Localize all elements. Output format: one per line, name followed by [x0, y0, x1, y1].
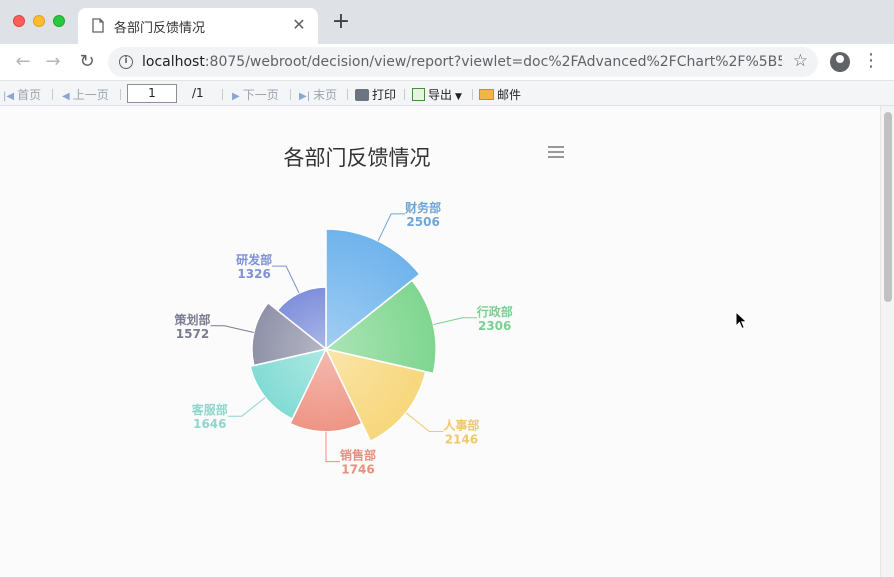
- toolbar-divider: [404, 89, 405, 100]
- chart-title: 各部门反馈情况: [284, 146, 431, 170]
- first-page-icon: |◀: [3, 91, 15, 102]
- leader-line: [325, 431, 340, 463]
- toolbar-divider: [120, 89, 121, 100]
- url-path: :8075/webroot/decision/view/report?viewl…: [204, 54, 782, 70]
- slice-category-label: 销售部: [340, 448, 376, 463]
- chart-slices: [249, 228, 437, 443]
- slice-category-label: 研发部: [236, 252, 272, 267]
- bookmark-star-icon[interactable]: ☆: [793, 51, 808, 71]
- slice-value-label: 1326: [237, 267, 270, 281]
- last-page-button[interactable]: ▶| 末页: [299, 86, 337, 103]
- scrollbar-thumb[interactable]: [884, 112, 892, 302]
- report-content: 各部门反馈情况 财务部 2506 行政部 2306 人事部 2146 销售部 1746 客服部 1…: [0, 106, 880, 577]
- leader-line: [227, 397, 266, 417]
- leader-line: [377, 213, 406, 242]
- rose-pie-chart: 各部门反馈情况 财务部2506行政部2306人事部2146销售部1746客服部1…: [174, 144, 568, 477]
- slice-category-label: 人事部: [443, 418, 479, 433]
- report-toolbar: |◀ 首页 ◀ 上一页 1 /1 ▶ 下一页 ▶| 末页 打印 导出 ▼ 邮件: [0, 80, 894, 106]
- prev-page-button[interactable]: ◀ 上一页: [62, 86, 109, 103]
- toolbar-divider: [52, 89, 53, 100]
- print-label: 打印: [372, 88, 397, 102]
- browser-tab[interactable]: 各部门反馈情况 ✕: [78, 8, 318, 44]
- address-bar[interactable]: i localhost:8075/webroot/decision/view/r…: [108, 47, 818, 77]
- browser-toolbar: ← → ↻ i localhost:8075/webroot/decision/…: [0, 44, 894, 80]
- chart-menu-icon[interactable]: [544, 144, 568, 162]
- chevron-down-icon: ▼: [455, 92, 462, 102]
- slice-category-label: 财务部: [404, 200, 441, 215]
- slice-category-label: 客服部: [191, 402, 228, 417]
- slice-value-label: 1572: [176, 327, 209, 341]
- close-window-button[interactable]: [13, 15, 25, 27]
- toolbar-divider: [472, 89, 473, 100]
- last-page-label: 末页: [313, 88, 338, 102]
- leader-line: [405, 412, 444, 432]
- document-icon: [92, 18, 104, 33]
- prev-page-label: 上一页: [72, 88, 109, 102]
- slice-value-label: 1746: [341, 463, 374, 477]
- page-number-input[interactable]: 1: [127, 84, 177, 103]
- first-page-button[interactable]: |◀ 首页: [3, 86, 41, 103]
- export-button[interactable]: 导出 ▼: [412, 86, 462, 103]
- export-label: 导出: [428, 88, 453, 102]
- printer-icon: [355, 89, 369, 101]
- slice-category-label: 策划部: [174, 312, 210, 327]
- slice-category-label: 行政部: [476, 304, 513, 319]
- vertical-scrollbar[interactable]: [880, 106, 894, 577]
- profile-avatar-icon[interactable]: [830, 52, 850, 72]
- minimize-window-button[interactable]: [33, 15, 45, 27]
- slice-value-label: 2146: [445, 433, 478, 447]
- next-page-icon: ▶: [232, 91, 240, 102]
- url-host: localhost: [142, 54, 205, 70]
- url-text[interactable]: localhost:8075/webroot/decision/view/rep…: [142, 54, 782, 70]
- leader-line: [272, 265, 300, 294]
- leader-line: [433, 317, 477, 325]
- mail-label: 邮件: [497, 88, 522, 102]
- slice-value-label: 2506: [406, 215, 439, 229]
- prev-page-icon: ◀: [62, 91, 70, 102]
- export-icon: [412, 88, 425, 101]
- new-tab-button[interactable]: +: [330, 11, 352, 33]
- last-page-icon: ▶|: [299, 91, 311, 102]
- first-page-label: 首页: [17, 88, 42, 102]
- mail-button[interactable]: 邮件: [479, 86, 521, 103]
- maximize-window-button[interactable]: [53, 15, 65, 27]
- toolbar-divider: [347, 89, 348, 100]
- next-page-label: 下一页: [242, 88, 279, 102]
- next-page-button[interactable]: ▶ 下一页: [232, 86, 279, 103]
- toolbar-divider: [222, 89, 223, 100]
- browser-menu-icon[interactable]: ⋮: [862, 50, 880, 72]
- close-tab-icon[interactable]: ✕: [290, 15, 308, 34]
- slice-value-label: 1646: [193, 417, 226, 431]
- slice-value-label: 2306: [478, 319, 511, 333]
- tab-title: 各部门反馈情况: [114, 21, 206, 36]
- page-total: /1: [192, 86, 204, 100]
- reload-button[interactable]: ↻: [76, 51, 98, 73]
- mouse-cursor-icon: [735, 311, 748, 330]
- info-icon[interactable]: i: [119, 55, 133, 69]
- forward-button[interactable]: →: [42, 51, 64, 73]
- browser-tab-strip: 各部门反馈情况 ✕ +: [0, 0, 894, 44]
- toolbar-divider: [290, 89, 291, 100]
- leader-line: [210, 325, 254, 333]
- print-button[interactable]: 打印: [355, 86, 396, 103]
- back-button[interactable]: ←: [12, 51, 34, 73]
- mail-icon: [479, 89, 494, 100]
